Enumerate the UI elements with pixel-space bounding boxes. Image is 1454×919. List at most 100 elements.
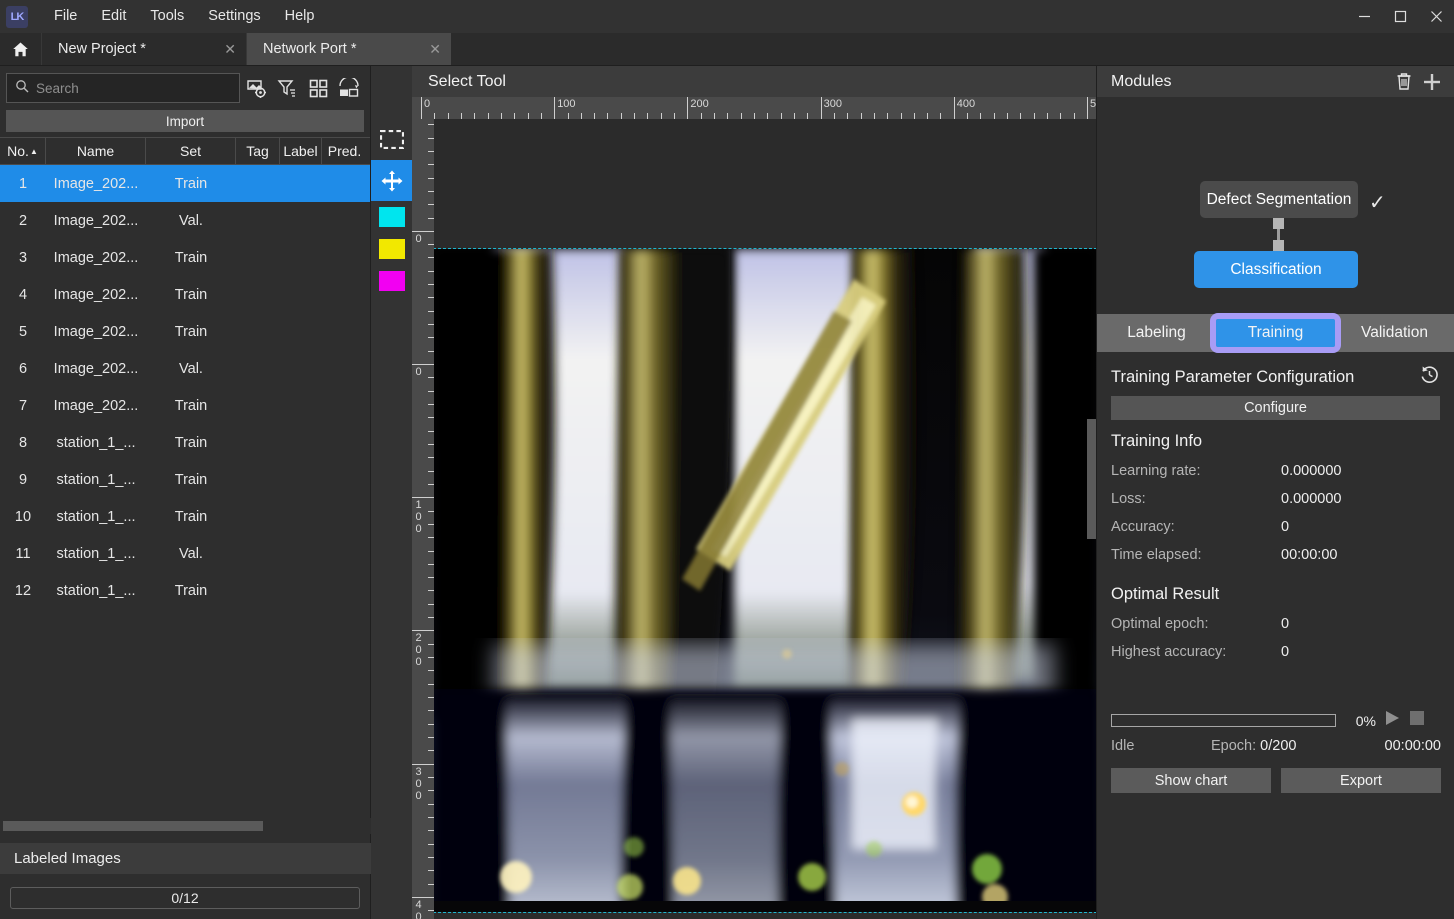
add-icon[interactable] (1418, 68, 1446, 96)
labeled-images-title: Labeled Images (0, 843, 371, 874)
history-reset-icon[interactable] (1419, 364, 1440, 390)
info-value: 0 (1281, 519, 1290, 535)
training-progress-percent: 0% (1355, 712, 1376, 729)
table-row[interactable]: 12 station_1_... Train (0, 572, 370, 609)
tab-training[interactable]: Training (1210, 313, 1341, 353)
export-button[interactable]: Export (1281, 768, 1441, 793)
color-swatch-yellow[interactable] (371, 233, 412, 265)
vertical-ruler: 00100200300400 (412, 119, 434, 919)
selected-image-frame[interactable] (434, 248, 1096, 913)
module-node-defect-segmentation[interactable]: Defect Segmentation (1200, 181, 1358, 218)
close-icon[interactable]: ✕ (212, 41, 236, 58)
close-icon[interactable] (1418, 0, 1454, 33)
play-icon[interactable] (1384, 710, 1401, 731)
module-port-bottom (1273, 240, 1284, 251)
column-header-set[interactable]: Set (146, 138, 236, 164)
table-row[interactable]: 5 Image_202... Train (0, 313, 370, 350)
info-key: Optimal epoch: (1111, 616, 1209, 632)
move-tool[interactable] (371, 160, 412, 201)
tab-new-project[interactable]: New Project * ✕ (41, 33, 246, 65)
training-config-title: Training Parameter Configuration (1111, 367, 1355, 386)
info-value: 0.000000 (1281, 491, 1342, 507)
module-graph[interactable]: Defect Segmentation Classification ✓ (1097, 97, 1454, 314)
ruler-tick (554, 97, 556, 119)
table-row[interactable]: 11 station_1_... Val. (0, 535, 370, 572)
menu-tools[interactable]: Tools (138, 0, 196, 33)
cell-pred (322, 461, 367, 498)
column-header-tag[interactable]: Tag (236, 138, 280, 164)
column-header-no[interactable]: No. ▲ (0, 138, 46, 164)
column-header-pred[interactable]: Pred. (322, 138, 367, 164)
scrollbar-thumb[interactable] (3, 821, 263, 831)
cell-label (280, 387, 322, 424)
home-icon[interactable] (0, 33, 41, 65)
module-port-top (1273, 218, 1284, 229)
image-canvas[interactable] (434, 119, 1096, 919)
menu-edit[interactable]: Edit (89, 0, 138, 33)
info-accuracy: Accuracy: 0 (1111, 519, 1440, 535)
color-swatch-cyan[interactable] (371, 201, 412, 233)
tab-labeling[interactable]: Labeling (1097, 314, 1216, 352)
compare-view-icon[interactable] (334, 73, 364, 103)
table-row[interactable]: 6 Image_202... Val. (0, 350, 370, 387)
cell-label (280, 276, 322, 313)
cell-pred (322, 424, 367, 461)
minimize-icon[interactable] (1346, 0, 1382, 33)
cell-name: station_1_... (56, 545, 136, 562)
column-header-name[interactable]: Name (46, 138, 146, 164)
grid-view-icon[interactable] (303, 73, 333, 103)
table-row[interactable]: 9 station_1_... Train (0, 461, 370, 498)
cell-set: Train (174, 323, 208, 340)
tab-network-port[interactable]: Network Port * ✕ (246, 33, 451, 65)
cell-label (280, 313, 322, 350)
cell-no: 7 (18, 397, 28, 414)
menu-help[interactable]: Help (273, 0, 327, 33)
menu-settings[interactable]: Settings (196, 0, 272, 33)
show-chart-button[interactable]: Show chart (1111, 768, 1271, 793)
image-settings-icon[interactable] (241, 73, 271, 103)
table-row[interactable]: 1 Image_202... Train (0, 165, 370, 202)
cell-set: Train (174, 286, 208, 303)
cell-no: 12 (14, 582, 32, 599)
ruler-label: 0 (415, 523, 422, 536)
search-input[interactable] (36, 80, 231, 96)
cell-no: 4 (18, 286, 28, 303)
table-row[interactable]: 2 Image_202... Val. (0, 202, 370, 239)
table-row[interactable]: 4 Image_202... Train (0, 276, 370, 313)
filter-icon[interactable] (272, 73, 302, 103)
maximize-icon[interactable] (1382, 0, 1418, 33)
color-swatch-magenta[interactable] (371, 265, 412, 297)
image-table-header: No. ▲ Name Set Tag Label Pred. (0, 137, 370, 165)
table-row[interactable]: 10 station_1_... Train (0, 498, 370, 535)
menu-file[interactable]: File (42, 0, 89, 33)
cell-tag (236, 313, 280, 350)
tab-validation[interactable]: Validation (1335, 314, 1454, 352)
module-node-classification[interactable]: Classification (1194, 251, 1358, 288)
image-table-body[interactable]: 1 Image_202... Train 2 Image_202... Val. 3 Imag… (0, 165, 370, 790)
column-header-label[interactable]: Label (280, 138, 322, 164)
table-row[interactable]: 3 Image_202... Train (0, 239, 370, 276)
table-row[interactable]: 8 station_1_... Train (0, 424, 370, 461)
canvas-vertical-scrollbar[interactable] (1087, 419, 1096, 539)
cell-name: Image_202... (53, 212, 139, 229)
horizontal-scrollbar[interactable] (0, 818, 371, 834)
delete-icon[interactable] (1390, 68, 1418, 96)
import-button[interactable]: Import (6, 110, 364, 132)
cell-name: station_1_... (56, 434, 136, 451)
stop-icon[interactable] (1409, 710, 1425, 731)
close-icon[interactable]: ✕ (417, 41, 441, 58)
column-label: No. (7, 143, 29, 159)
search-input-wrapper[interactable] (6, 73, 240, 103)
ruler-tick (412, 230, 434, 232)
marquee-select-tool[interactable] (371, 119, 412, 160)
ruler-label: 4 (415, 898, 422, 911)
cell-set: Train (174, 582, 208, 599)
title-bar: LK File Edit Tools Settings Help (0, 0, 1454, 33)
configure-button[interactable]: Configure (1111, 396, 1440, 420)
cell-pred (322, 350, 367, 387)
cell-tag (236, 276, 280, 313)
table-row[interactable]: 7 Image_202... Train (0, 387, 370, 424)
ruler-tick (412, 630, 434, 632)
cell-name: station_1_... (56, 471, 136, 488)
cell-label (280, 498, 322, 535)
